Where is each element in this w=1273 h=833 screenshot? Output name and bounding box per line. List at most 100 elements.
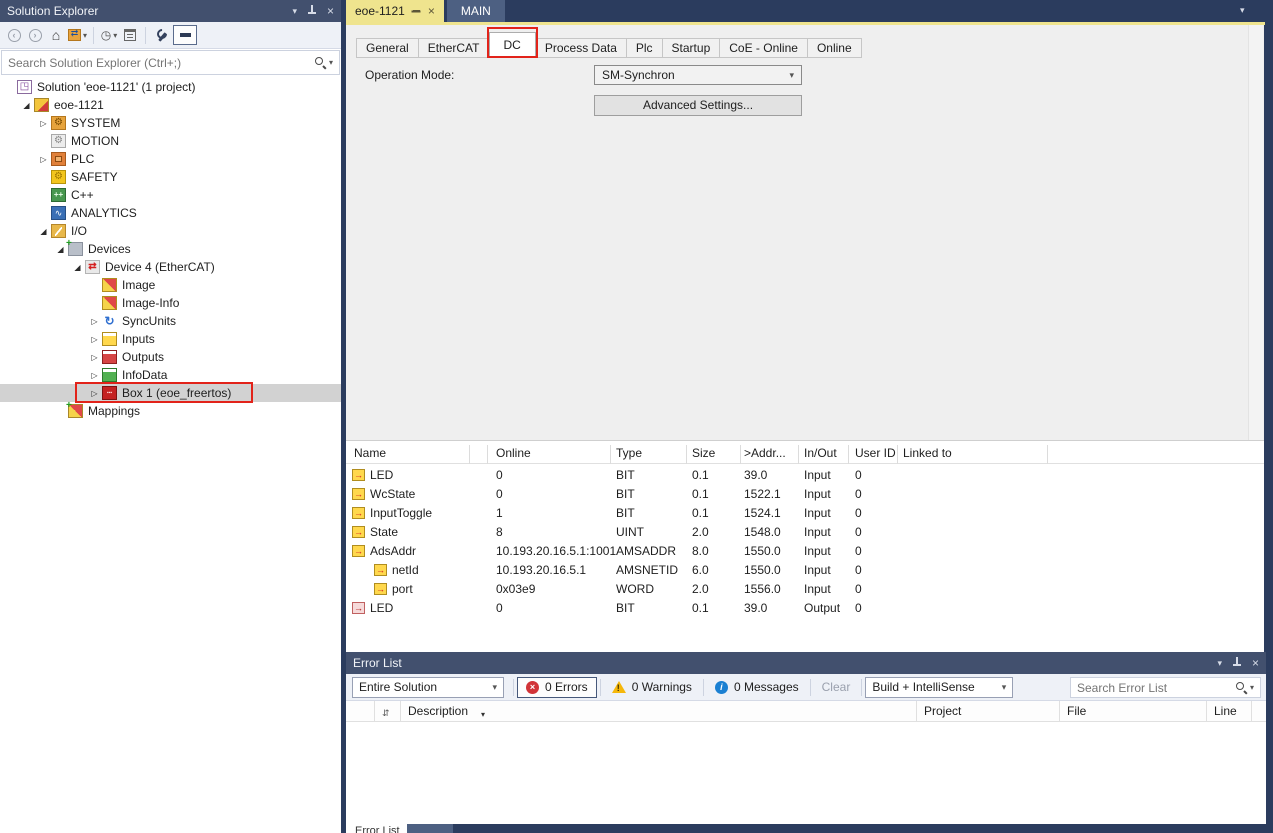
page-tab[interactable]: Startup [662,38,721,58]
tree-item[interactable]: Mappings [0,402,341,420]
error-list-titlebar[interactable]: Error List [346,652,1266,674]
search-options-chevron-icon[interactable] [1250,683,1254,692]
table-row[interactable]: InputToggle 1 BIT 0.1 1524.1 Input 0 [346,504,1264,523]
column-header-online[interactable]: Online [496,446,531,460]
solution-explorer-titlebar[interactable]: Solution Explorer [0,0,341,22]
page-tab[interactable]: EtherCAT [418,38,490,58]
close-icon[interactable] [428,5,435,17]
warnings-filter-button[interactable]: 0 Warnings [604,677,700,698]
solution-search-input[interactable] [8,56,314,70]
tree-item[interactable]: ▷ SYSTEM [0,114,341,132]
solution-search-box[interactable] [1,50,340,75]
tree-item[interactable]: ◢ eoe-1121 [0,96,341,114]
page-tab[interactable]: Online [807,38,862,58]
bottom-tab-error-list[interactable]: Error List [346,824,407,833]
document-tab-main[interactable]: MAIN [447,0,505,22]
home-icon[interactable] [47,25,65,45]
tree-item[interactable]: Image [0,276,341,294]
tree-item[interactable]: Solution 'eoe-1121' (1 project) [0,78,341,96]
pin-icon[interactable] [1232,657,1242,669]
sync-active-document-icon[interactable] [68,25,87,45]
page-tab[interactable]: General [356,38,419,58]
build-filter-dropdown[interactable]: Build + IntelliSense [865,677,1013,698]
expander-icon[interactable]: ◢ [70,263,85,272]
column-header-inout[interactable]: In/Out [804,446,837,460]
tree-item[interactable]: ▷ SyncUnits [0,312,341,330]
window-position-icon[interactable] [292,7,297,16]
column-separator[interactable] [469,445,470,464]
expander-icon[interactable]: ◢ [19,101,34,110]
document-tab-eoe-1121[interactable]: eoe-1121 [346,0,444,22]
tree-item[interactable]: ▷ Outputs [0,348,341,366]
close-icon[interactable] [1252,657,1259,669]
column-header-line[interactable]: Line [1214,704,1237,718]
search-icon[interactable] [1235,681,1248,694]
column-separator[interactable] [610,445,611,464]
collapse-all-icon[interactable] [121,25,139,45]
column-separator[interactable] [487,445,488,464]
tree-item[interactable]: C++ [0,186,341,204]
pin-icon[interactable] [307,5,317,17]
vertical-scrollbar[interactable] [1248,25,1263,440]
column-header-project[interactable]: Project [924,704,961,718]
column-header-userid[interactable]: User ID [855,446,896,460]
column-header-name[interactable]: Name [354,446,386,460]
tree-item[interactable]: Image-Info [0,294,341,312]
search-icon[interactable] [314,56,327,69]
properties-wrench-icon[interactable] [152,25,170,45]
table-row[interactable]: LED 0 BIT 0.1 39.0 Input 0 [346,466,1264,485]
column-header-size[interactable]: Size [692,446,715,460]
error-list-search-input[interactable] [1077,681,1235,695]
messages-filter-button[interactable]: 0 Messages [707,677,807,698]
search-options-chevron-icon[interactable] [329,58,333,67]
expander-icon[interactable]: ▷ [87,353,102,362]
table-row[interactable]: WcState 0 BIT 0.1 1522.1 Input 0 [346,485,1264,504]
tree-item[interactable]: ▷ Inputs [0,330,341,348]
tree-item[interactable]: ◢ Devices [0,240,341,258]
expander-icon[interactable]: ▷ [87,371,102,380]
operation-mode-dropdown[interactable]: SM-Synchron [594,65,802,85]
tree-item[interactable]: ▷ PLC [0,150,341,168]
table-row[interactable]: State 8 UINT 2.0 1548.0 Input 0 [346,523,1264,542]
tree-item[interactable]: ◢ I/O [0,222,341,240]
tree-item[interactable]: SAFETY [0,168,341,186]
page-tab[interactable]: DC [489,32,536,58]
tree-item[interactable]: MOTION [0,132,341,150]
page-tab[interactable]: Process Data [535,38,627,58]
forward-icon[interactable]: › [26,25,44,45]
column-separator[interactable] [798,445,799,464]
tree-item[interactable]: ANALYTICS [0,204,341,222]
expander-icon[interactable]: ▷ [87,335,102,344]
table-row[interactable]: LED 0 BIT 0.1 39.0 Output 0 [346,599,1264,618]
scope-dropdown[interactable]: Entire Solution [352,677,504,698]
table-row[interactable]: AdsAddr 10.193.20.16.5.1:1001 AMSADDR 8.… [346,542,1264,561]
table-row[interactable]: port 0x03e9 WORD 2.0 1556.0 Input 0 [346,580,1264,599]
back-icon[interactable]: ‹ [5,25,23,45]
tree-item[interactable]: ▷ InfoData [0,366,341,384]
column-separator[interactable] [848,445,849,464]
column-header-linked[interactable]: Linked to [903,446,952,460]
errors-filter-button[interactable]: 0 Errors [517,677,597,698]
expander-icon[interactable]: ▷ [36,119,51,128]
advanced-settings-button[interactable]: Advanced Settings... [594,95,802,116]
pending-changes-icon[interactable] [100,25,118,45]
sort-icon[interactable] [382,705,392,715]
column-separator[interactable] [1047,445,1048,464]
column-header-description[interactable]: Description [408,704,468,718]
column-header-file[interactable]: File [1067,704,1086,718]
close-icon[interactable] [327,5,334,17]
table-row[interactable]: netId 10.193.20.16.5.1 AMSNETID 6.0 1550… [346,561,1264,580]
column-separator[interactable] [686,445,687,464]
page-tab[interactable]: Plc [626,38,663,58]
expander-icon[interactable]: ▷ [36,155,51,164]
expander-icon[interactable]: ◢ [36,227,51,236]
column-header-addr[interactable]: >Addr... [744,446,786,460]
pin-icon[interactable] [412,6,421,17]
expander-icon[interactable]: ▷ [87,317,102,326]
bottom-tab-partial[interactable] [407,824,453,833]
column-separator[interactable] [740,445,741,464]
page-tab[interactable]: CoE - Online [719,38,808,58]
clear-button[interactable]: Clear [814,677,859,698]
column-header-type[interactable]: Type [616,446,642,460]
expander-icon[interactable]: ▷ [87,389,102,398]
